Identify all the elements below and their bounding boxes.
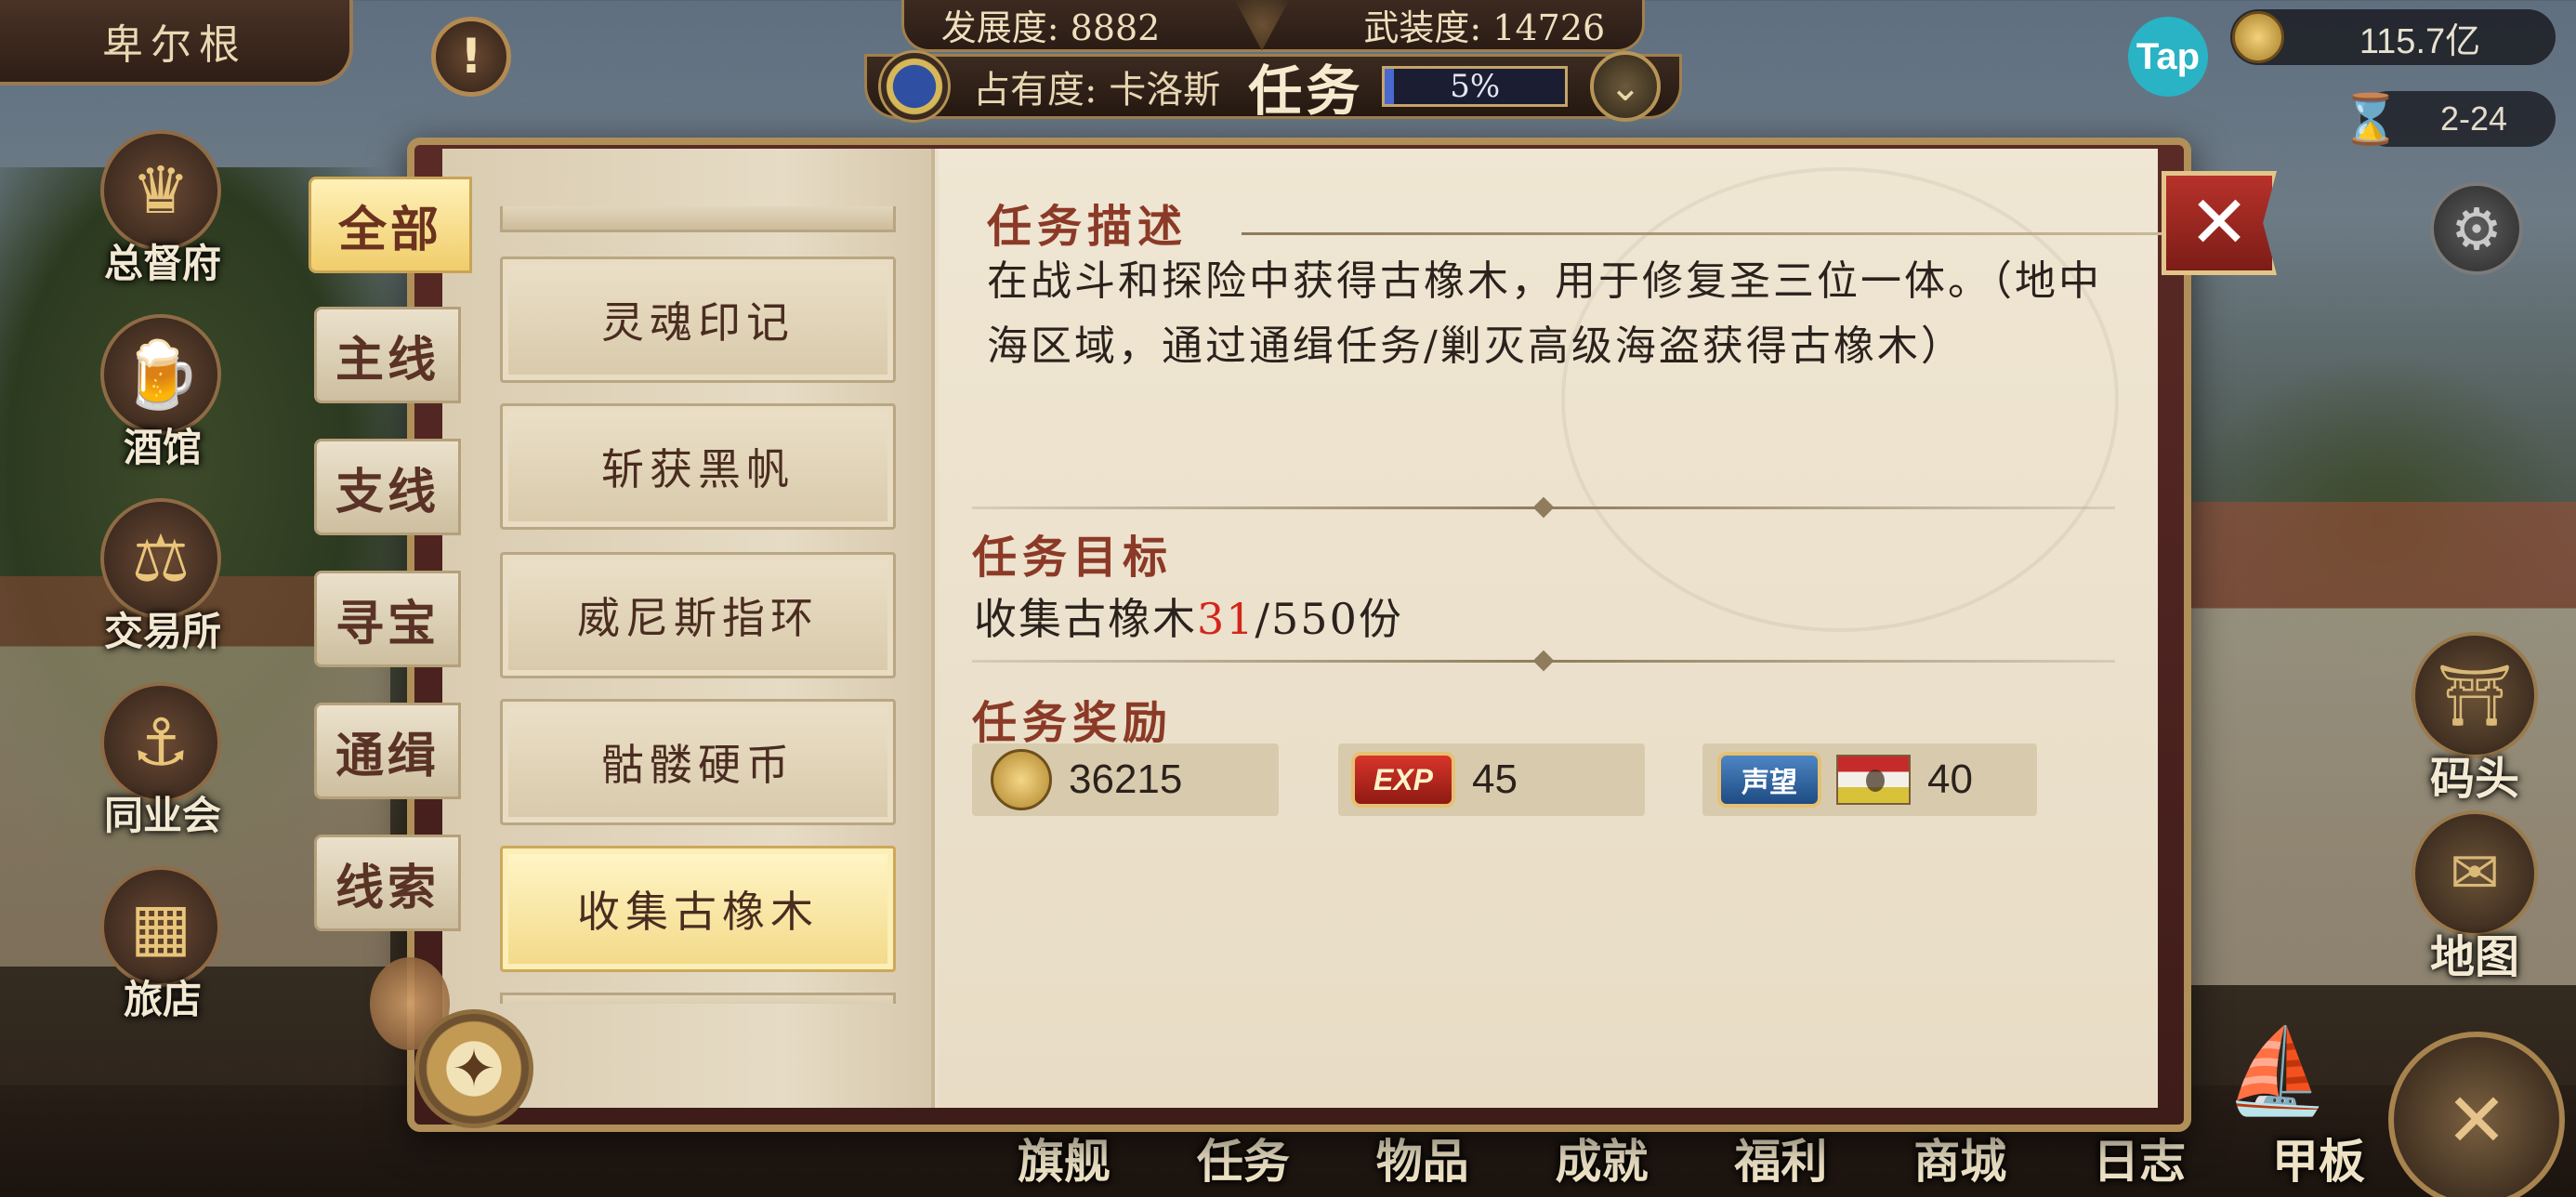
- building-label: 旅店: [123, 977, 202, 1022]
- building-exchange[interactable]: ⚖ 交易所: [93, 498, 232, 665]
- tab-side[interactable]: 支线: [314, 439, 461, 535]
- section-divider: [972, 660, 2115, 663]
- building-inn[interactable]: ▦ 旅店: [93, 866, 232, 1033]
- map-scroll-icon: ✉: [2412, 810, 2538, 937]
- reputation-badge-icon: 声望: [1717, 752, 1821, 808]
- quest-item-skull-coin[interactable]: 骷髅硬币: [500, 699, 896, 825]
- dock-label: 码头: [2429, 753, 2519, 805]
- reward-exp: EXP 45: [1338, 743, 1645, 816]
- quest-item-collect-oak[interactable]: 收集古橡木: [500, 846, 896, 972]
- goal-title: 任务目标: [972, 532, 1174, 584]
- building-label: 酒馆: [123, 425, 202, 470]
- gold-coin-icon: [991, 749, 1052, 810]
- city-name-plate[interactable]: 卑尔根: [0, 0, 353, 86]
- reward-reputation: 声望 40: [1702, 743, 2037, 816]
- nation-flag-icon: [1836, 755, 1911, 805]
- compass-close-icon[interactable]: ✕: [2388, 1032, 2565, 1197]
- reward-title: 任务奖励: [972, 697, 1174, 749]
- goal-current: 31: [1197, 594, 1255, 644]
- nav-achievements[interactable]: 成就: [1542, 1125, 1663, 1191]
- quest-item-venice-ring[interactable]: 威尼斯指环: [500, 552, 896, 678]
- tab-clues[interactable]: 线索: [314, 835, 461, 931]
- quest-list[interactable]: 灵魂印记 斩获黑帆 威尼斯指环 骷髅硬币 收集古橡木: [500, 186, 896, 1004]
- top-status-bar: 发展度: 8882 武装度: 14726 占有度: 卡洛斯 任务 5% ⌄: [818, 0, 1728, 123]
- quest-item-partial[interactable]: [500, 206, 896, 232]
- dock-button[interactable]: ⛩ 码头: [2405, 632, 2544, 807]
- tap-logo[interactable]: Tap: [2128, 17, 2208, 97]
- nav-flagship[interactable]: 旗舰: [1004, 1125, 1124, 1191]
- reward-gold-value: 36215: [1069, 756, 1183, 802]
- title-underline: [1242, 232, 2162, 235]
- reward-gold: 36215: [972, 743, 1279, 816]
- game-date: ⌛ 2-24: [2341, 91, 2556, 148]
- nav-log[interactable]: 日志: [2079, 1125, 2200, 1191]
- goal-suffix: /550份: [1255, 594, 1403, 644]
- development-stat: 发展度: 8882: [940, 7, 1161, 48]
- nav-welfare[interactable]: 福利: [1720, 1125, 1841, 1191]
- description-text: 在战斗和探险中获得古橡木，用于修复圣三位一体。（地中海区域，通过通缉任务/剿灭高…: [987, 257, 2102, 370]
- gold-value: 115.7亿: [2359, 21, 2481, 61]
- alert-icon[interactable]: !: [431, 17, 511, 97]
- task-title: 任务: [1248, 59, 1364, 123]
- nav-items[interactable]: 物品: [1362, 1125, 1483, 1191]
- tab-main[interactable]: 主线: [314, 307, 461, 403]
- gold-balance: 115.7亿: [2230, 9, 2556, 65]
- tab-all[interactable]: 全部: [309, 177, 472, 273]
- bottom-nav: 旗舰 任务 物品 成就 福利 商城 日志 甲板: [1004, 1125, 2379, 1191]
- map-button[interactable]: ✉ 地图: [2405, 810, 2544, 985]
- crest-icon: [1233, 0, 1290, 51]
- building-tavern[interactable]: 🍺 酒馆: [93, 314, 232, 481]
- occupancy-progress-bar: 5%: [1382, 66, 1569, 107]
- quest-item-soul-seal[interactable]: 灵魂印记: [500, 256, 896, 383]
- reward-reputation-value: 40: [1927, 756, 1973, 802]
- occupancy-label: 占有度: 卡洛斯: [973, 69, 1221, 112]
- map-watermark: [1561, 167, 2119, 632]
- building-label: 交易所: [103, 609, 221, 654]
- armament-stat: 武装度: 14726: [1363, 7, 1606, 48]
- exp-badge-icon: EXP: [1351, 752, 1455, 808]
- goal-prefix: 收集古橡木: [974, 594, 1197, 644]
- nav-shop[interactable]: 商城: [1899, 1125, 2020, 1191]
- occupancy-row: 占有度: 卡洛斯 任务 5% ⌄: [864, 50, 1682, 123]
- collapse-chevron-icon[interactable]: ⌄: [1590, 51, 1661, 122]
- dock-icon: ⛩: [2412, 632, 2538, 758]
- building-governor[interactable]: ♛ 总督府: [93, 130, 232, 297]
- gold-coin-icon: [2232, 11, 2284, 63]
- building-label: 同业会: [103, 793, 221, 838]
- building-label: 总督府: [103, 241, 221, 286]
- hourglass-icon: ⌛: [2340, 91, 2401, 148]
- nation-emblem-icon: [878, 50, 951, 123]
- description-title: 任务描述: [987, 201, 1189, 253]
- nav-deck[interactable]: 甲板: [2258, 1125, 2379, 1191]
- stat-row: 发展度: 8882 武装度: 14726: [901, 0, 1645, 52]
- tab-wanted[interactable]: 通缉: [314, 703, 461, 799]
- nav-tasks[interactable]: 任务: [1183, 1125, 1304, 1191]
- building-guild[interactable]: ⚓ 同业会: [93, 682, 232, 849]
- tab-treasure[interactable]: 寻宝: [314, 571, 461, 667]
- section-divider: [972, 506, 2115, 509]
- city-name: 卑尔根: [102, 21, 247, 69]
- settings-gear-icon[interactable]: ⚙: [2430, 182, 2523, 275]
- date-value: 2-24: [2439, 99, 2508, 138]
- reward-exp-value: 45: [1472, 756, 1518, 802]
- compass-icon: ✦: [414, 1009, 533, 1128]
- goal-text: 收集古橡木31/550份: [974, 585, 1403, 647]
- quest-item-black-sail[interactable]: 斩获黑帆: [500, 403, 896, 530]
- map-label: 地图: [2429, 931, 2519, 983]
- occupancy-progress-text: 5%: [1450, 68, 1501, 105]
- quest-item-partial[interactable]: [500, 993, 896, 1004]
- close-icon[interactable]: ✕: [2162, 171, 2277, 275]
